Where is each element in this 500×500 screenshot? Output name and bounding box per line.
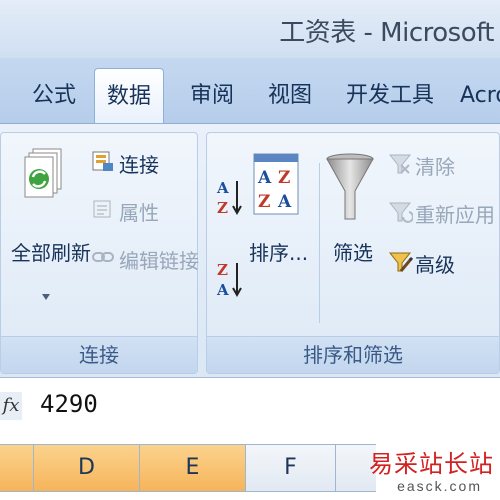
ribbon-tabs: 公式 数据 审阅 视图 开发工具 Acro bbox=[0, 58, 500, 124]
title-bar: 工资表 - Microsoft bbox=[0, 0, 500, 58]
column-header-f[interactable]: F bbox=[246, 445, 336, 491]
svg-text:A: A bbox=[257, 168, 272, 188]
reapply-label: 重新应用 bbox=[415, 203, 495, 227]
watermark-url: easck.com bbox=[397, 478, 482, 494]
svg-text:Z: Z bbox=[278, 168, 290, 188]
filter-funnel-icon bbox=[326, 153, 374, 220]
dropdown-arrow-icon bbox=[42, 294, 50, 300]
sort-filter-group: A Z Z A A Z Z A 排序... 筛选 清除 重新应用 高级 排序和筛… bbox=[206, 132, 500, 374]
sort-label: 排序... bbox=[249, 241, 309, 265]
tab-developer[interactable]: 开发工具 bbox=[346, 68, 434, 124]
clear-filter-icon bbox=[388, 154, 412, 174]
properties-icon bbox=[93, 200, 111, 218]
column-header-d[interactable]: D bbox=[34, 445, 140, 491]
insert-function-button[interactable]: fx bbox=[0, 392, 22, 420]
sort-dialog-icon: A Z Z A bbox=[253, 153, 299, 215]
tab-formulas[interactable]: 公式 bbox=[32, 68, 76, 124]
connections-icon bbox=[92, 151, 113, 171]
svg-text:A: A bbox=[216, 281, 229, 299]
properties-label: 属性 bbox=[119, 201, 159, 225]
connections-label: 连接 bbox=[119, 153, 159, 177]
clear-filter-label: 清除 bbox=[415, 155, 455, 179]
tab-view[interactable]: 视图 bbox=[268, 68, 312, 124]
watermark-text: 易采站长站 bbox=[369, 450, 494, 478]
filter-label: 筛选 bbox=[333, 241, 373, 265]
connections-group: 全部刷新 连接 属性 编辑链接 连接 bbox=[0, 132, 199, 374]
advanced-filter-icon bbox=[388, 252, 413, 272]
sort-ascending-icon[interactable]: A Z bbox=[215, 175, 243, 219]
svg-text:Z: Z bbox=[258, 192, 270, 212]
svg-text:A: A bbox=[277, 192, 292, 212]
link-icon bbox=[92, 252, 114, 262]
edit-links-label: 编辑链接 bbox=[119, 249, 199, 273]
refresh-all-icon bbox=[24, 148, 62, 198]
formula-input[interactable]: 4290 bbox=[40, 390, 98, 418]
tab-acrobat[interactable]: Acro bbox=[460, 68, 500, 124]
svg-text:Z: Z bbox=[217, 199, 228, 217]
svg-text:A: A bbox=[216, 179, 229, 197]
column-header-c-partial[interactable] bbox=[0, 445, 34, 491]
watermark: 易采站长站 easck.com bbox=[369, 438, 500, 500]
formula-bar: fx 4290 bbox=[0, 377, 500, 435]
separator bbox=[319, 163, 320, 323]
svg-text:Z: Z bbox=[217, 261, 228, 279]
sort-filter-group-label: 排序和筛选 bbox=[207, 336, 499, 373]
ribbon: 全部刷新 连接 属性 编辑链接 连接 A Z Z A A Z Z A 排序...… bbox=[0, 123, 500, 378]
connections-group-label: 连接 bbox=[1, 336, 197, 373]
reapply-icon bbox=[388, 202, 413, 223]
refresh-all-label: 全部刷新 bbox=[11, 241, 91, 265]
tab-review[interactable]: 审阅 bbox=[190, 68, 234, 124]
window-title: 工资表 - Microsoft bbox=[279, 18, 494, 48]
column-header-e[interactable]: E bbox=[140, 445, 246, 491]
sort-descending-icon[interactable]: Z A bbox=[215, 257, 243, 301]
advanced-filter-label: 高级 bbox=[415, 253, 455, 277]
tab-data[interactable]: 数据 bbox=[94, 68, 164, 124]
